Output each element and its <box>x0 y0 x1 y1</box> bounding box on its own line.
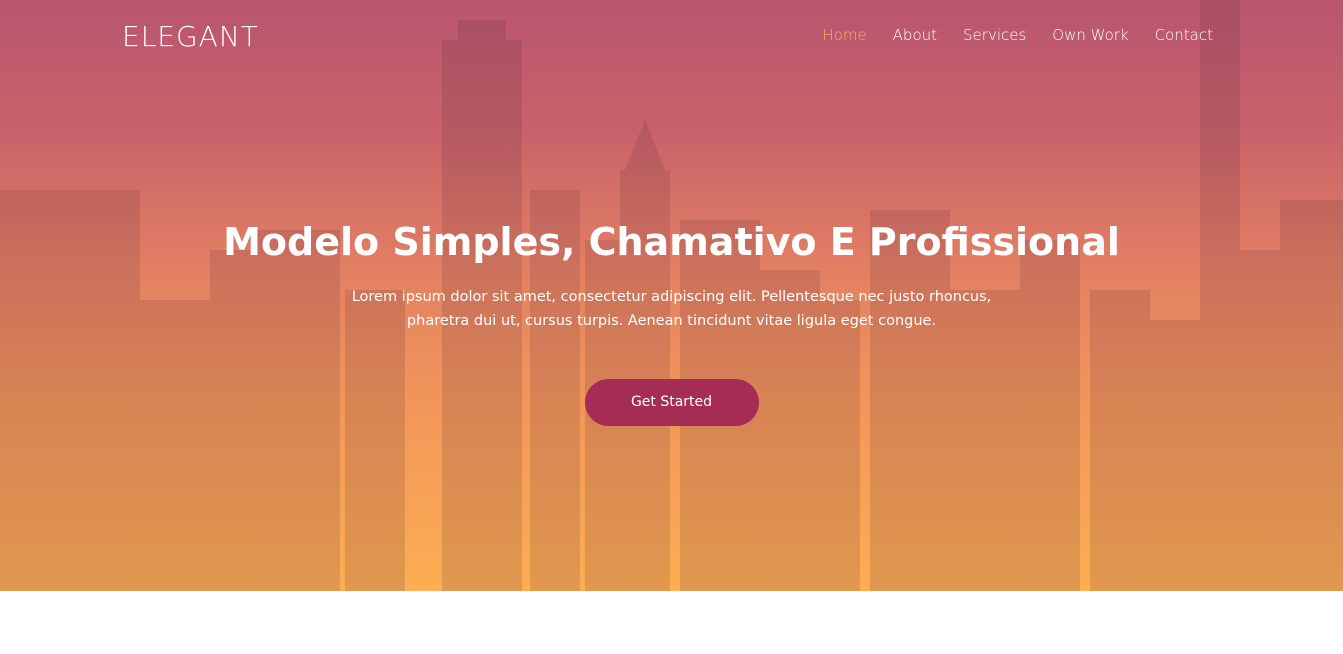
hero-description-line-2: pharetra dui ut, cursus turpis. Aenean t… <box>406 313 937 329</box>
top-navbar: ELEGANT Home About Services Own Work Con… <box>0 0 1343 70</box>
nav-item-contact[interactable]: Contact <box>1155 25 1213 45</box>
nav-item-services[interactable]: Services <box>963 25 1026 45</box>
nav-item-about[interactable]: About <box>893 25 937 45</box>
hero-description: Lorem ipsum dolor sit amet, consectetur … <box>322 285 1022 333</box>
get-started-button[interactable]: Get Started <box>584 379 759 426</box>
nav-item-home[interactable]: Home <box>822 25 866 45</box>
hero-title: Modelo Simples, Chamativo E Profissional <box>223 220 1120 264</box>
brand-logo[interactable]: ELEGANT <box>122 20 259 54</box>
next-section <box>0 591 1343 654</box>
main-nav: Home About Services Own Work Contact <box>796 25 1213 45</box>
hero-content: Modelo Simples, Chamativo E Profissional… <box>0 215 1343 426</box>
hero-description-line-1: Lorem ipsum dolor sit amet, consectetur … <box>351 289 992 305</box>
hero-section: ELEGANT Home About Services Own Work Con… <box>0 0 1343 591</box>
nav-item-own-work[interactable]: Own Work <box>1052 25 1128 45</box>
